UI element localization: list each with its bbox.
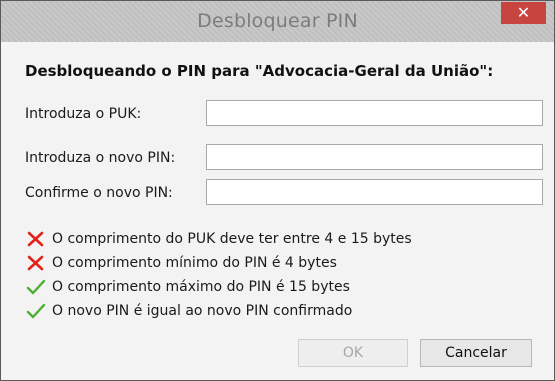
validation-text: O novo PIN é igual ao novo PIN confirmad… [52, 303, 353, 319]
title-bar: Desbloquear PIN ✕ [1, 1, 554, 42]
ok-button[interactable]: OK [298, 339, 408, 367]
validation-text: O comprimento mínimo do PIN é 4 bytes [52, 255, 337, 271]
validation-message-pin-min: O comprimento mínimo do PIN é 4 bytes [26, 255, 337, 271]
cross-icon [27, 231, 44, 247]
new-pin-label: Introduza o novo PIN: [25, 150, 176, 166]
dialog-heading: Desbloqueando o PIN para "Advocacia-Gera… [25, 62, 494, 80]
cancel-button[interactable]: Cancelar [420, 339, 532, 367]
dialog-content: Desbloqueando o PIN para "Advocacia-Gera… [10, 43, 545, 371]
new-pin-input[interactable] [206, 144, 543, 170]
check-icon [26, 303, 46, 319]
puk-label: Introduza o PUK: [25, 106, 142, 122]
unlock-pin-dialog: Desbloquear PIN ✕ Desbloqueando o PIN pa… [0, 0, 555, 381]
check-icon [26, 279, 46, 295]
validation-message-puk-length: O comprimento do PUK deve ter entre 4 e … [26, 231, 412, 247]
validation-message-pin-match: O novo PIN é igual ao novo PIN confirmad… [26, 303, 352, 319]
confirm-pin-label: Confirme o novo PIN: [25, 185, 173, 201]
cross-icon [27, 255, 44, 271]
dialog-title: Desbloquear PIN [197, 10, 358, 32]
puk-input[interactable] [206, 100, 543, 126]
close-icon: ✕ [516, 3, 531, 22]
close-button[interactable]: ✕ [501, 2, 546, 24]
validation-text: O comprimento do PUK deve ter entre 4 e … [52, 231, 412, 247]
confirm-pin-input[interactable] [206, 179, 543, 205]
validation-message-pin-max: O comprimento máximo do PIN é 15 bytes [26, 279, 350, 295]
validation-text: O comprimento máximo do PIN é 15 bytes [52, 279, 350, 295]
